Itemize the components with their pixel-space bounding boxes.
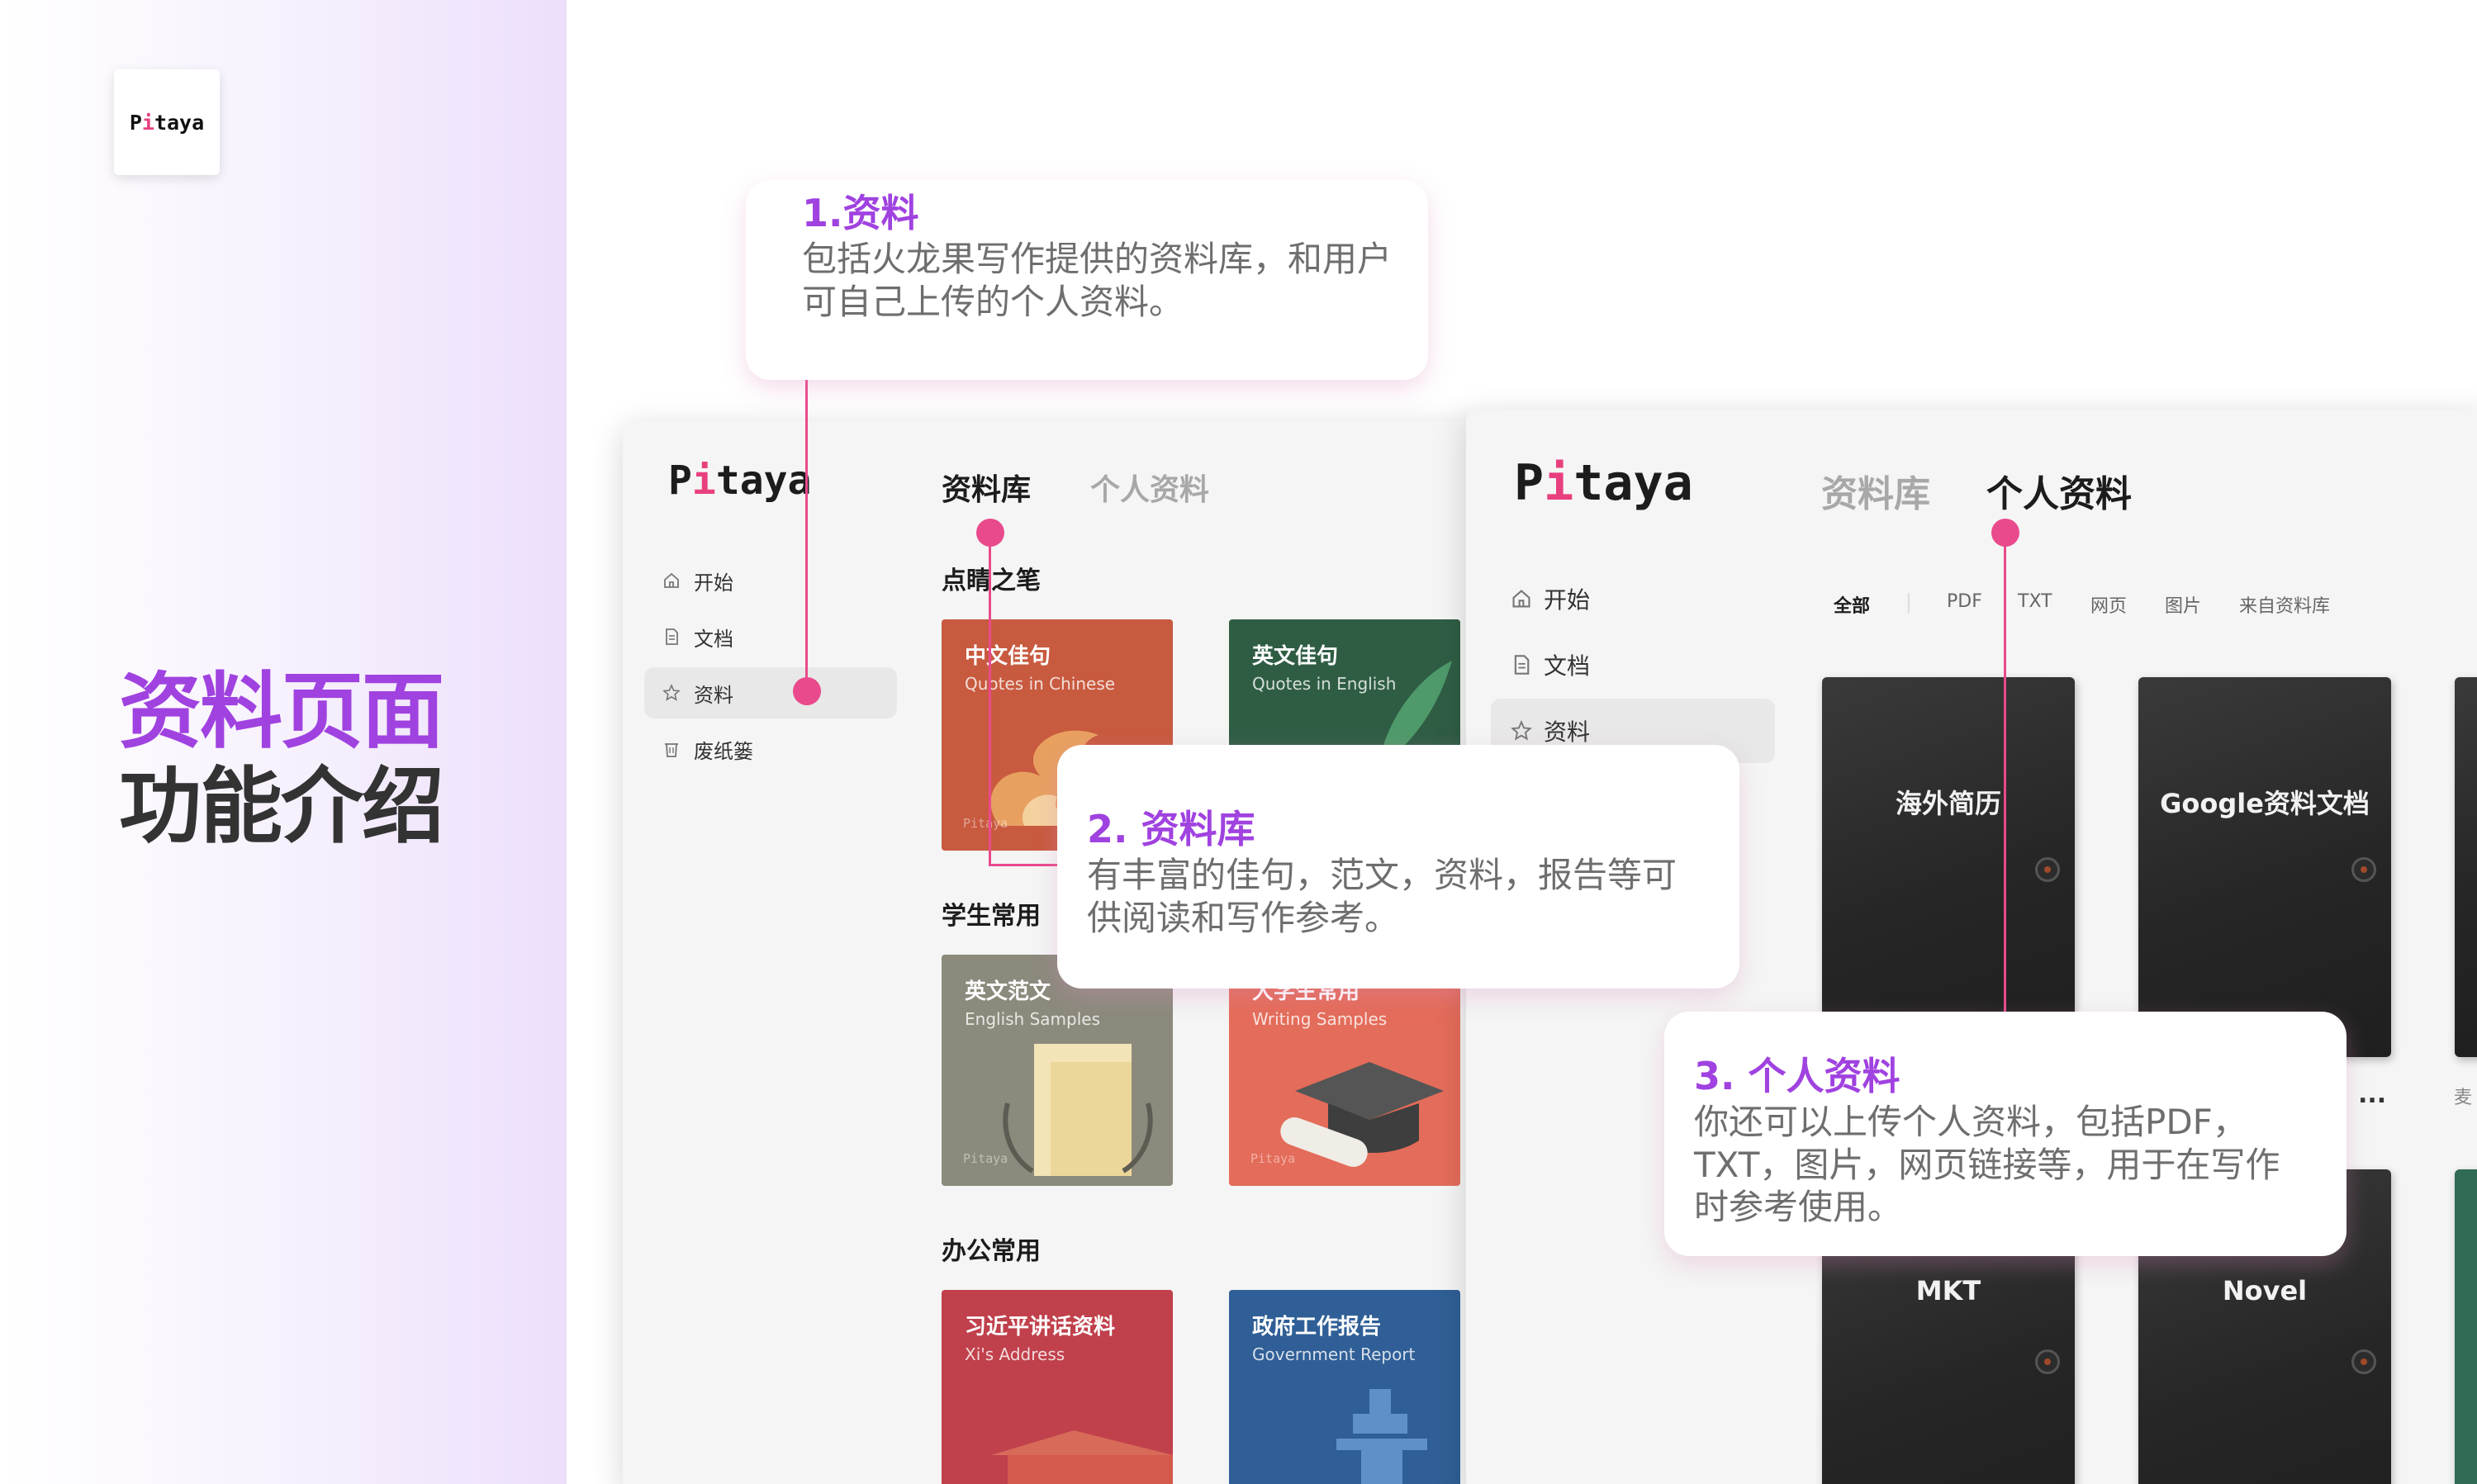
section-title-students: 学生常用 [942,902,1041,931]
card-subtitle: Xi's Address [965,1344,1065,1364]
card-watermark: Pitaya [963,1151,1008,1166]
notebook-clasp [2351,857,2376,882]
callout-heading: 3. 个人资料 [1694,1054,1900,1098]
star-icon [1511,720,1532,742]
sidebar-item-label: 文档 [694,627,733,651]
filter-divider [1908,593,1910,613]
sidebar-item-docs[interactable]: 文档 [1491,633,1775,697]
connector-line-2 [989,533,991,865]
tab-personal[interactable]: 个人资料 [1986,464,2132,517]
filter-txt[interactable]: TXT [2018,591,2052,612]
sidebar-item-label: 废纸篓 [694,739,753,763]
notebook-partial-green[interactable] [2455,1169,2477,1484]
notebook-partial[interactable] [2455,677,2477,1057]
card-title: 英文佳句 [1252,644,1339,669]
tab-library[interactable]: 资料库 [1821,464,1930,517]
callout-heading: 1.资料 [802,191,919,235]
card-subtitle: Government Report [1252,1344,1416,1364]
card-college-common[interactable]: 大学生常用 Writing Samples Pitaya [1229,955,1460,1186]
document-icon [661,628,682,646]
sidebar-item-trash[interactable]: 废纸篓 [644,723,897,775]
pin-marker-1 [793,677,821,705]
card-government-report[interactable]: 政府工作报告 Government Report [1229,1290,1460,1484]
card-watermark: Pitaya [963,816,1008,831]
brand-logo-card: Pitaya [114,69,220,175]
card-watermark: Pitaya [1250,1151,1296,1166]
filter-from-library[interactable]: 来自资料库 [2239,591,2330,618]
notebook-title: Novel [2222,1275,2308,1306]
callout-personal: 3. 个人资料 你还可以上传个人资料，包括PDF，TXT，图片，网页链接等，用于… [1664,1012,2347,1256]
section-title-office: 办公常用 [942,1237,1041,1266]
filter-all[interactable]: 全部 [1834,591,1870,618]
pin-marker-2 [976,519,1004,547]
tab-personal[interactable]: 个人资料 [1090,466,1209,509]
sidebar-item-start[interactable]: 开始 [1491,567,1775,631]
sidebar-item-label: 资料 [694,683,733,707]
section-title-highlights: 点睛之笔 [942,567,1041,595]
card-english-samples[interactable]: 英文范文 English Samples Pitaya [942,955,1173,1186]
notebook-clasp [2351,1349,2376,1374]
sidebar-item-label: 开始 [694,571,733,595]
page-subtitle: 功能介绍 [119,758,444,855]
app-logo: Pitaya [668,458,812,504]
filter-image[interactable]: 图片 [2165,591,2201,618]
brand-logo: Pitaya [129,110,205,135]
card-subtitle: English Samples [965,1009,1100,1029]
app-logo: Pitaya [1514,454,1693,512]
connector-line-1 [805,378,808,692]
sidebar-item-label: 开始 [1544,586,1591,614]
notebook-overseas-resume[interactable]: 海外简历 [1822,677,2075,1057]
sidebar-item-materials[interactable]: 资料 [644,667,897,718]
connector-line-3 [2004,533,2006,1014]
tab-library[interactable]: 资料库 [942,466,1031,509]
filter-web[interactable]: 网页 [2090,591,2127,618]
notebook-clasp [2035,857,2060,882]
callout-library: 2. 资料库 有丰富的佳句，范文，资料，报告等可供阅读和写作参考。 [1057,745,1739,989]
notebook-title: 海外简历 [1895,788,2001,819]
pin-marker-3 [1991,519,2019,547]
sidebar-item-label: 文档 [1544,652,1591,680]
star-icon [661,684,682,702]
partial-book-label: 麦 [2454,1088,2473,1108]
card-title: 政府工作报告 [1252,1315,1382,1339]
callout-body: 你还可以上传个人资料，包括PDF，TXT，图片，网页链接等，用于在写作时参考使用… [1694,1102,2280,1228]
sidebar-item-docs[interactable]: 文档 [644,611,897,662]
more-options-icon[interactable]: ... [2358,1080,2386,1109]
home-icon [1511,588,1532,609]
notebook-google-docs[interactable]: Google资料文档 [2138,677,2391,1057]
callout-body: 有丰富的佳句，范文，资料，报告等可供阅读和写作参考。 [1087,855,1677,938]
sidebar-item-start[interactable]: 开始 [644,555,897,606]
sidebar-item-label: 资料 [1544,718,1591,746]
card-xi-address[interactable]: 习近平讲话资料 Xi's Address [942,1290,1173,1484]
card-title: 中文佳句 [965,644,1051,669]
card-subtitle: Writing Samples [1252,1009,1388,1029]
notebook-clasp [2035,1349,2060,1374]
document-icon [1511,654,1532,676]
notebook-title: MKT [1915,1275,1981,1306]
home-icon [661,571,682,590]
callout-body: 包括火龙果写作提供的资料库，和用户可自己上传的个人资料。 [802,239,1393,322]
card-title: 习近平讲话资料 [965,1315,1116,1339]
callout-heading: 2. 资料库 [1087,807,1255,851]
filter-pdf[interactable]: PDF [1947,591,1982,612]
trash-icon [661,740,682,758]
connector-line-2-horizontal [989,864,1058,866]
card-title: 英文范文 [965,979,1051,1004]
callout-materials: 1.资料 包括火龙果写作提供的资料库，和用户可自己上传的个人资料。 [746,180,1428,380]
card-subtitle: Quotes in Chinese [965,674,1116,694]
notebook-title: Google资料文档 [2160,788,2370,819]
card-subtitle: Quotes in English [1252,674,1397,694]
